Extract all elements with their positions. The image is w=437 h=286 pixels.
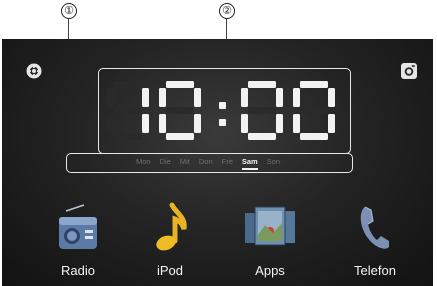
clock-digit-1-segment-b	[194, 88, 201, 107]
weekday-fre: Fre	[221, 157, 233, 166]
weekday-sam: Sam	[241, 155, 258, 170]
radio-icon	[59, 204, 97, 249]
settings-icon	[26, 63, 42, 79]
clock-digit-1-segment-c	[194, 114, 201, 133]
telefon-app[interactable]: Telefon	[335, 197, 415, 278]
ipod-app[interactable]: iPod	[130, 197, 210, 278]
radio-label: Radio	[61, 263, 95, 278]
clock-digit-3-segment-f	[293, 88, 300, 107]
clock-colon-dot-0	[219, 102, 226, 109]
clock-digit-1-segment-f	[159, 88, 166, 107]
clock-digit-0-segment-e	[107, 114, 114, 133]
clock-digit-1-segment-a	[166, 81, 194, 88]
apps-app[interactable]: Apps	[230, 197, 310, 278]
weekday-die: Die	[159, 157, 171, 166]
clock-digit-2-segment-c	[276, 114, 283, 133]
clock-digit-0-segment-a	[114, 81, 142, 88]
settings-button[interactable]	[24, 61, 44, 81]
callout-1: ①	[61, 3, 77, 19]
clock-digit-0-segment-g	[114, 107, 142, 114]
clock-digit-0-segment-d	[114, 133, 142, 140]
clock-display[interactable]	[98, 68, 351, 154]
clock-digit-2-segment-f	[241, 88, 248, 107]
phone-icon	[360, 206, 389, 249]
clock-digit-0-segment-c	[142, 114, 149, 133]
clock-digit-2-segment-e	[241, 114, 248, 133]
camera-icon	[401, 63, 417, 79]
clock-digit-3-segment-c	[328, 114, 335, 133]
weekday-mon: Mon	[136, 157, 151, 166]
clock-digit-2-segment-a	[248, 81, 276, 88]
weekday-son: Son	[266, 157, 281, 166]
telefon-label: Telefon	[354, 263, 396, 278]
apps-label: Apps	[255, 263, 285, 278]
head-unit-screen: Mon Die Mit Don Fre Sam Son Radio iPod A…	[2, 39, 433, 286]
clock-digit-3-segment-a	[300, 81, 328, 88]
clock-digit-1-segment-e	[159, 114, 166, 133]
weekday-don: Don	[198, 157, 213, 166]
clock-digit-2-segment-b	[276, 88, 283, 107]
ipod-label: iPod	[156, 263, 184, 278]
clock-digit-2-segment-d	[248, 133, 276, 140]
clock-digit-3-segment-e	[293, 114, 300, 133]
clock-colon-dot-1	[219, 119, 226, 126]
clock-digit-3-segment-g	[300, 107, 328, 114]
clock-digit-1-segment-d	[166, 133, 194, 140]
radio-app[interactable]: Radio	[38, 197, 118, 278]
clock-digit-3-segment-b	[328, 88, 335, 107]
clock-time	[107, 81, 335, 140]
app-dock: Radio iPod Apps Telefon	[2, 197, 433, 278]
callout-2: ②	[219, 3, 235, 19]
weekday-list: Mon Die Mit Don Fre Sam Son	[136, 155, 289, 170]
camera-button[interactable]	[399, 61, 419, 81]
apps-icon	[245, 206, 295, 246]
clock-digit-2-segment-g	[248, 107, 276, 114]
clock-digit-3-segment-d	[300, 133, 328, 140]
clock-digit-1-segment-g	[166, 107, 194, 114]
clock-digit-0-segment-b	[142, 88, 149, 107]
music-note-icon	[156, 202, 187, 251]
clock-digit-0-segment-f	[107, 88, 114, 107]
weekday-mit: Mit	[179, 157, 190, 166]
